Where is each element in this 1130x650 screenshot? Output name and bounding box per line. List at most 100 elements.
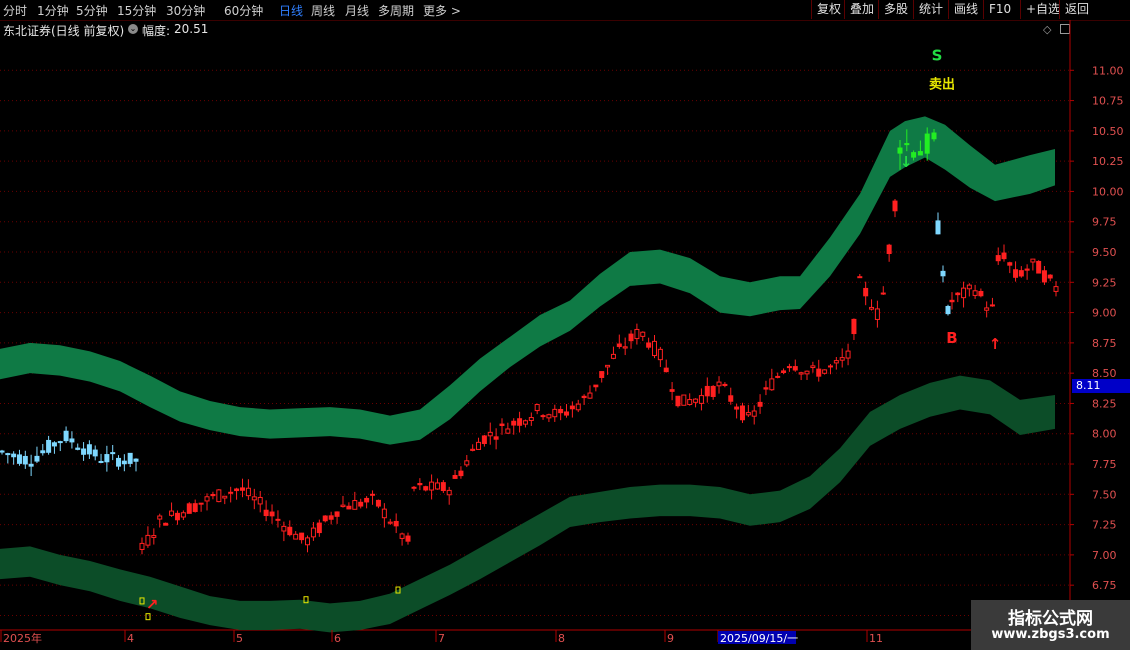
candle-body-127 bbox=[745, 412, 751, 416]
candle-body-21 bbox=[121, 460, 127, 465]
candle-body-97 bbox=[569, 405, 575, 410]
candle-body-25 bbox=[145, 534, 151, 546]
candle-body-144 bbox=[845, 350, 851, 359]
signal-marker-1 bbox=[145, 613, 151, 621]
candle-body-180 bbox=[1053, 286, 1059, 292]
upper-band bbox=[0, 116, 1055, 445]
candle-body-16 bbox=[92, 449, 98, 457]
candle-body-124 bbox=[728, 395, 734, 402]
x-tick-label-7: 2025/09/15/一 bbox=[720, 632, 798, 645]
candle-body-4 bbox=[22, 455, 28, 465]
candle-body-141 bbox=[827, 365, 833, 368]
candle-body-132 bbox=[775, 375, 781, 378]
candle-body-59 bbox=[346, 505, 352, 510]
candlestick-chart[interactable]: 11.00 10.75 10.50 10.25 10.00 9.75 9.50 9.25 9.0… bbox=[0, 0, 1130, 650]
candle-body-110 bbox=[646, 342, 652, 348]
candle-body-146 bbox=[857, 276, 863, 279]
candle-body-48 bbox=[281, 525, 287, 532]
watermark-url: www.zbgs3.com bbox=[991, 627, 1110, 642]
candle-body-18 bbox=[104, 454, 110, 463]
y-tick-label-3: 10.25 bbox=[1092, 155, 1124, 168]
candle-body-22 bbox=[127, 452, 133, 464]
candle-body-17 bbox=[98, 460, 104, 463]
y-tick-label-17: 6.75 bbox=[1092, 579, 1117, 592]
candle-body-117 bbox=[687, 399, 693, 405]
candle-body-11 bbox=[63, 430, 69, 442]
candle-body-93 bbox=[546, 414, 552, 419]
candle-body-128 bbox=[751, 410, 757, 417]
candle-body-78 bbox=[458, 470, 464, 477]
candle-body-143 bbox=[839, 357, 845, 361]
candle-body-108 bbox=[634, 328, 640, 340]
candle-body-101 bbox=[593, 384, 599, 388]
candle-body-150 bbox=[880, 292, 886, 295]
candle-body-92 bbox=[540, 415, 546, 418]
x-tick-label-5: 8 bbox=[558, 632, 565, 645]
candle-body-72 bbox=[423, 486, 429, 491]
candle-body-76 bbox=[446, 489, 452, 496]
candle-body-24 bbox=[139, 542, 145, 550]
candle-body-112 bbox=[657, 348, 663, 361]
candle-body-8 bbox=[46, 439, 52, 453]
candle-body-87 bbox=[511, 420, 517, 426]
candle-body-86 bbox=[505, 428, 511, 434]
candle-body-147 bbox=[863, 287, 869, 297]
candle-body-102 bbox=[599, 371, 605, 378]
x-tick-label-1: 4 bbox=[127, 632, 134, 645]
candle-body-45 bbox=[263, 509, 269, 517]
y-tick-label-5: 9.75 bbox=[1092, 216, 1117, 229]
candle-body-68 bbox=[399, 533, 405, 539]
candle-body-64 bbox=[375, 499, 381, 507]
candle-body-156 bbox=[917, 151, 923, 156]
candle-body-3 bbox=[16, 454, 22, 464]
candle-body-36 bbox=[210, 493, 216, 497]
candle-body-12 bbox=[69, 438, 75, 443]
x-tick-label-8: 11 bbox=[869, 632, 883, 645]
y-tick-label-2: 10.50 bbox=[1092, 125, 1124, 138]
candle-body-50 bbox=[293, 533, 299, 540]
candle-body-135 bbox=[792, 366, 798, 371]
candle-body-10 bbox=[57, 441, 63, 444]
candle-body-19 bbox=[110, 452, 116, 455]
candle-body-122 bbox=[716, 381, 722, 387]
candle-body-46 bbox=[269, 511, 275, 517]
candle-body-119 bbox=[698, 395, 704, 404]
candle-body-126 bbox=[739, 405, 745, 421]
signal-label-0: S bbox=[932, 47, 943, 65]
candle-body-178 bbox=[1041, 270, 1047, 283]
candle-body-61 bbox=[358, 501, 364, 507]
candle-body-35 bbox=[204, 496, 210, 502]
candle-body-85 bbox=[499, 423, 505, 426]
candle-body-44 bbox=[257, 496, 263, 505]
candle-body-49 bbox=[287, 526, 293, 536]
candle-body-166 bbox=[972, 290, 978, 296]
y-tick-label-14: 7.50 bbox=[1092, 488, 1117, 501]
candle-body-90 bbox=[528, 417, 534, 421]
candle-body-96 bbox=[564, 411, 570, 416]
y-tick-label-1: 10.75 bbox=[1092, 95, 1124, 108]
candle-body-74 bbox=[434, 482, 440, 490]
candle-body-113 bbox=[663, 367, 669, 373]
candle-body-139 bbox=[816, 368, 822, 377]
candle-body-109 bbox=[640, 331, 646, 337]
x-tick-label-6: 9 bbox=[667, 632, 674, 645]
candle-body-169 bbox=[989, 304, 995, 307]
candle-body-75 bbox=[440, 482, 446, 492]
candle-body-161 bbox=[945, 305, 951, 315]
candle-body-165 bbox=[966, 284, 972, 290]
candle-body-163 bbox=[955, 292, 961, 296]
watermark-title: 指标公式网 bbox=[1008, 609, 1093, 629]
y-tick-label-13: 7.75 bbox=[1092, 458, 1117, 471]
candle-body-70 bbox=[411, 486, 417, 489]
candle-body-171 bbox=[1001, 252, 1007, 260]
candle-body-55 bbox=[322, 515, 328, 522]
candle-body-52 bbox=[305, 537, 311, 546]
candle-body-57 bbox=[334, 511, 340, 517]
candle-body-0 bbox=[0, 450, 5, 453]
candle-body-20 bbox=[116, 457, 122, 467]
x-tick-label-2: 5 bbox=[236, 632, 243, 645]
candle-body-111 bbox=[652, 340, 657, 357]
candle-body-88 bbox=[517, 418, 523, 426]
candle-body-9 bbox=[51, 442, 57, 447]
y-tick-label-9: 8.75 bbox=[1092, 337, 1117, 350]
